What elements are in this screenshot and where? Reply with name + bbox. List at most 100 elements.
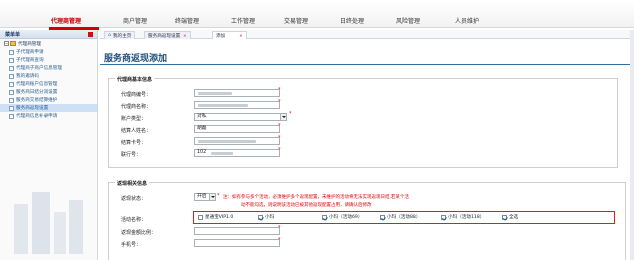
settlement-name-input[interactable]: 胡磊 xyxy=(194,125,280,133)
activity-checkbox-xiaoma[interactable]: 小玛 xyxy=(258,214,274,220)
close-icon[interactable]: ✕ xyxy=(183,33,186,38)
chevron-down-icon[interactable] xyxy=(280,114,286,120)
document-icon xyxy=(9,97,14,103)
nav-transaction-management[interactable]: 交易管理 xyxy=(284,16,308,25)
sidebar-item-cashback-settings[interactable]: 服务商返现设置 xyxy=(0,104,97,112)
sidebar-item-daily-profit[interactable]: 服务商日结分润设置 xyxy=(0,88,97,96)
tab-add[interactable]: 添加 ✕ xyxy=(212,31,247,39)
tab-home[interactable]: ⌂ 我的主页 xyxy=(104,31,136,39)
agent-name-input[interactable] xyxy=(194,101,280,109)
top-navigation: 代理商管理 商户管理 终端管理 工作管理 交易管理 日终处理 风险管理 人员维护 xyxy=(0,0,634,30)
field-label: 结算人姓名： xyxy=(121,128,152,134)
required-marker: * xyxy=(278,225,281,231)
checkbox[interactable] xyxy=(322,214,327,220)
select-value: 开启 xyxy=(197,194,207,199)
warning-note-line-2: 动不能勾选，则说明该活动已被其他返现配置占用，请确认后修改 xyxy=(241,203,372,208)
field-label: 活动名称： xyxy=(121,217,147,223)
checkbox[interactable] xyxy=(258,214,263,220)
section-legend: 代理商基本信息 xyxy=(115,76,155,83)
sidebar-item-label: 服务商交易结算维护 xyxy=(16,98,58,103)
warning-note-line-1: 注：如有参与多个活动，必须维护多个返现配置，未维护的活动将无法实现返现日结,若某… xyxy=(223,195,409,200)
nav-merchant-management[interactable]: 商户管理 xyxy=(123,16,147,25)
required-marker: * xyxy=(278,99,281,105)
nav-work-management[interactable]: 工作管理 xyxy=(231,16,255,25)
activity-checkbox-xiaoma-118[interactable]: 小玛（活动118） xyxy=(441,214,484,220)
sidebar-item-settlement[interactable]: 服务商交易结算维护 xyxy=(0,96,97,104)
document-icon xyxy=(9,81,14,87)
required-marker: * xyxy=(278,237,281,243)
required-marker: * xyxy=(217,193,220,199)
vertical-scrollbar[interactable] xyxy=(630,30,634,260)
sidebar-item-info-supplement[interactable]: 代理商信息补录申请 xyxy=(0,112,97,120)
sidebar-item-invite-code[interactable]: 我的邀请码 xyxy=(0,72,97,80)
bank-code-input[interactable]: 102 xyxy=(194,149,280,157)
sidebar-item-label: 服务商日结分润设置 xyxy=(16,90,58,95)
sidebar-header: 菜单单 xyxy=(0,30,97,39)
settlement-card-input[interactable] xyxy=(194,137,280,145)
tab-label: 服务商返现设置 xyxy=(148,33,181,39)
required-marker: * xyxy=(278,147,281,153)
close-icon[interactable]: ✕ xyxy=(239,33,242,38)
tab-cashback-settings[interactable]: 服务商返现设置 ✕ xyxy=(144,31,191,39)
sidebar-item-label: 子代理商查询 xyxy=(16,58,44,63)
account-type-select[interactable]: 对私 xyxy=(194,113,287,121)
redacted-value xyxy=(198,92,232,95)
document-icon xyxy=(9,73,14,79)
field-label: 结算卡号： xyxy=(121,140,147,146)
sidebar-group-agent[interactable]: − 代理商管理 xyxy=(0,39,97,48)
chevron-down-icon[interactable] xyxy=(209,194,215,200)
checkbox[interactable] xyxy=(380,214,385,220)
sidebar-group-label: 代理商管理 xyxy=(18,41,41,47)
checkbox[interactable] xyxy=(502,214,507,220)
page-title: 服务商返现添加 xyxy=(104,54,168,64)
checkbox-label: 小玛 xyxy=(265,215,275,220)
sidebar-collapse-icon[interactable] xyxy=(88,32,93,37)
agent-id-input[interactable] xyxy=(194,89,280,97)
field-label: 手机号： xyxy=(121,242,142,248)
select-all-checkbox[interactable]: 全选 xyxy=(502,214,518,220)
nav-personnel-maintenance[interactable]: 人员维护 xyxy=(455,16,479,25)
sidebar-item-account-info[interactable]: 代理商账户信息管理 xyxy=(0,80,97,88)
nav-daily-processing[interactable]: 日终处理 xyxy=(340,16,364,25)
nav-terminal-management[interactable]: 终端管理 xyxy=(175,16,199,25)
document-icon xyxy=(9,113,14,119)
checkbox-label: 小玛（活动118） xyxy=(448,215,485,220)
field-label: 账户类型： xyxy=(121,116,147,122)
sidebar-item-sub-agent-apply[interactable]: 子代理商申请 xyxy=(0,48,97,56)
field-label: 联行号： xyxy=(121,152,142,158)
background-building-graphic xyxy=(14,192,83,254)
phone-input[interactable] xyxy=(194,239,280,247)
activity-checkbox-xiaoma-88[interactable]: 小玛（活动88） xyxy=(380,214,420,220)
checkbox[interactable] xyxy=(198,214,203,220)
sidebar-item-label: 代理商子商户信息管理 xyxy=(16,66,62,71)
required-marker: * xyxy=(278,135,281,141)
cashback-status-select[interactable]: 开启 xyxy=(194,193,216,201)
sidebar-item-sub-agent-query[interactable]: 子代理商查询 xyxy=(0,56,97,64)
checkbox-label: 星通宝VIP1.0 xyxy=(205,215,234,220)
sidebar-item-label: 子代理商申请 xyxy=(16,50,44,55)
required-marker: * xyxy=(278,87,281,93)
section-legend: 返现相关信息 xyxy=(115,180,150,187)
tab-label: 添加 xyxy=(216,33,226,39)
sidebar-item-sub-merchant-info[interactable]: 代理商子商户信息管理 xyxy=(0,64,97,72)
required-marker: * xyxy=(278,123,281,129)
checkbox-label: 小玛（活动88） xyxy=(387,215,421,220)
cashback-info-section: 返现相关信息 返现状态： 开启 * 注：如有参与多个活动，必须维护多个返现配置，… xyxy=(108,180,626,260)
activity-checkbox-xiaoma-69[interactable]: 小玛（活动69） xyxy=(322,214,362,220)
document-icon xyxy=(9,105,14,111)
sidebar-item-label: 服务商返现设置 xyxy=(16,106,49,111)
title-divider xyxy=(100,64,630,65)
nav-agent-management[interactable]: 代理商管理 xyxy=(51,16,81,25)
required-marker: * xyxy=(289,111,292,117)
field-label: 代理商编号： xyxy=(121,92,152,98)
checkbox-label: 小玛（活动69） xyxy=(329,215,363,220)
document-icon xyxy=(9,89,14,95)
cashback-ratio-input[interactable] xyxy=(194,227,280,235)
activity-checkbox-vip[interactable]: 星通宝VIP1.0 xyxy=(198,214,233,220)
checkbox[interactable] xyxy=(441,214,446,220)
nav-risk-management[interactable]: 风险管理 xyxy=(396,16,420,25)
folder-icon xyxy=(10,41,16,46)
sidebar-item-label: 代理商账户信息管理 xyxy=(16,82,58,87)
collapse-icon[interactable]: − xyxy=(4,41,9,46)
redacted-value xyxy=(211,152,233,155)
